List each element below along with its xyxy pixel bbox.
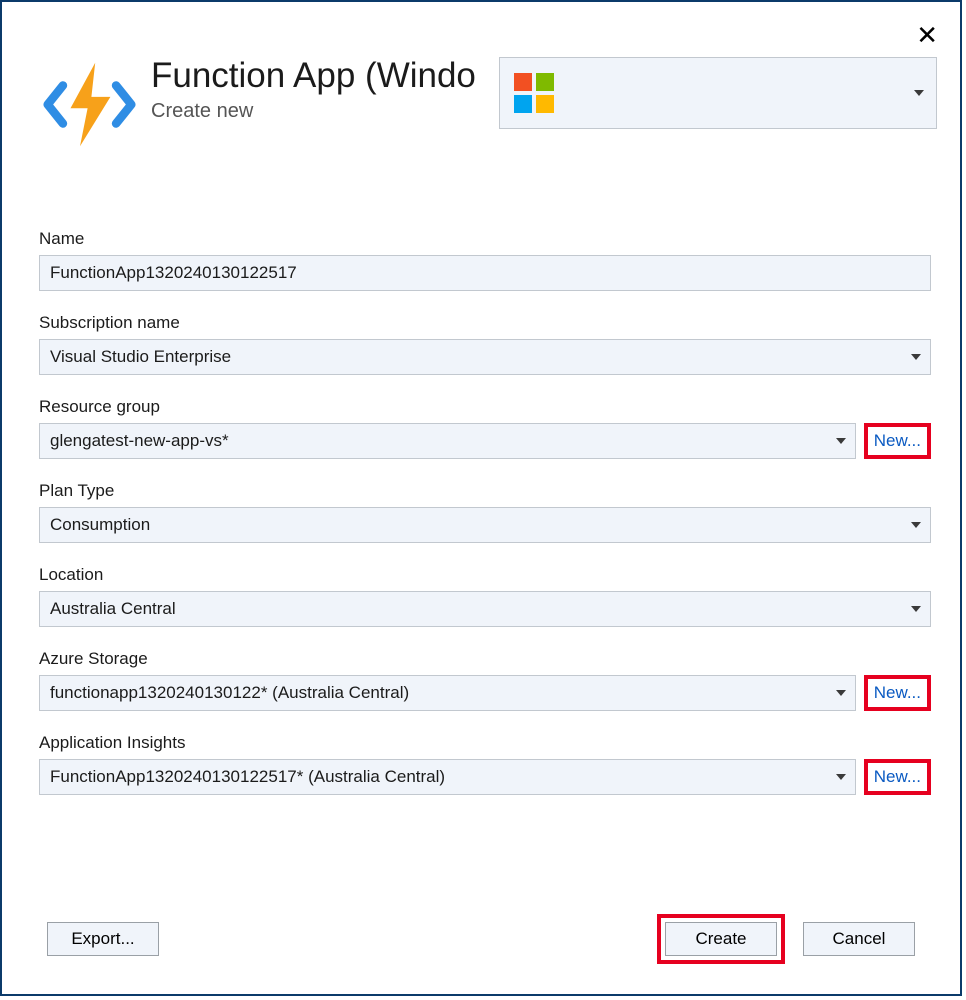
location-select[interactable]: Australia Central: [39, 591, 931, 627]
close-icon[interactable]: ✕: [916, 22, 938, 48]
dialog-title: Function App (Windo: [151, 57, 476, 96]
highlight-create: Create: [657, 914, 785, 964]
form: Name Subscription name Visual Studio Ent…: [39, 229, 931, 817]
highlight-app-insights-new: New...: [864, 759, 931, 795]
storage-value: functionapp1320240130122* (Australia Cen…: [50, 683, 409, 703]
resource-group-new-link[interactable]: New...: [874, 431, 921, 450]
plan-type-select[interactable]: Consumption: [39, 507, 931, 543]
name-input[interactable]: [39, 255, 931, 291]
storage-new-link[interactable]: New...: [874, 683, 921, 702]
dialog-function-app-create: ✕ Function App (Windo Create new Name: [0, 0, 962, 996]
resource-group-value: glengatest-new-app-vs*: [50, 431, 229, 451]
chevron-down-icon: [914, 90, 924, 96]
app-insights-value: FunctionApp1320240130122517* (Australia …: [50, 767, 445, 787]
subscription-value: Visual Studio Enterprise: [50, 347, 231, 367]
label-app-insights: Application Insights: [39, 733, 931, 753]
location-value: Australia Central: [50, 599, 176, 619]
highlight-resource-group-new: New...: [864, 423, 931, 459]
app-insights-new-link[interactable]: New...: [874, 767, 921, 786]
label-resource-group: Resource group: [39, 397, 931, 417]
label-subscription: Subscription name: [39, 313, 931, 333]
export-button[interactable]: Export...: [47, 922, 159, 956]
resource-group-select[interactable]: glengatest-new-app-vs*: [39, 423, 856, 459]
app-insights-select[interactable]: FunctionApp1320240130122517* (Australia …: [39, 759, 856, 795]
dialog-header: Function App (Windo Create new: [42, 57, 476, 152]
label-name: Name: [39, 229, 931, 249]
cancel-button[interactable]: Cancel: [803, 922, 915, 956]
label-storage: Azure Storage: [39, 649, 931, 669]
label-location: Location: [39, 565, 931, 585]
create-button[interactable]: Create: [665, 922, 777, 956]
plan-type-value: Consumption: [50, 515, 150, 535]
highlight-storage-new: New...: [864, 675, 931, 711]
dialog-subtitle: Create new: [151, 100, 476, 123]
button-bar: Export... Create Cancel: [47, 914, 915, 964]
azure-functions-icon: [42, 57, 137, 152]
account-selector[interactable]: [499, 57, 937, 129]
microsoft-logo-icon: [512, 71, 556, 115]
subscription-select[interactable]: Visual Studio Enterprise: [39, 339, 931, 375]
label-plan-type: Plan Type: [39, 481, 931, 501]
storage-select[interactable]: functionapp1320240130122* (Australia Cen…: [39, 675, 856, 711]
